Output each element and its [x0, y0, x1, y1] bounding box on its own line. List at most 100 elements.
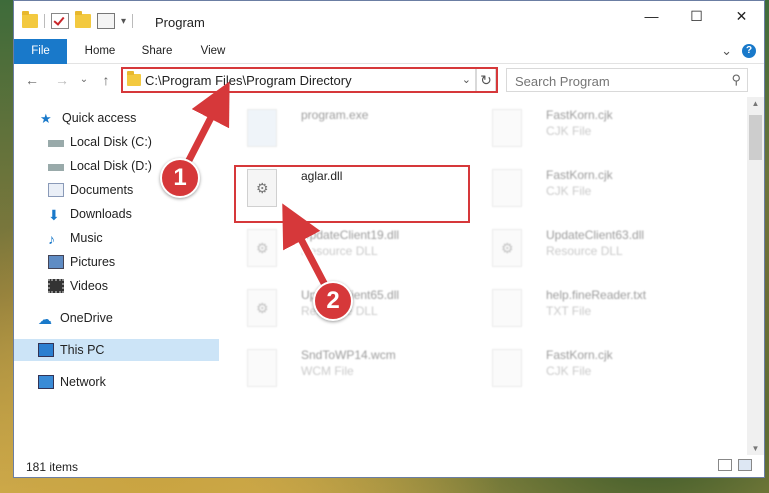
sidebar-item-label: Pictures: [70, 255, 116, 269]
search-box[interactable]: ⚲: [506, 68, 748, 92]
sidebar-item-label: OneDrive: [60, 311, 113, 325]
file-type: WCM File: [301, 364, 354, 378]
quick-access-toolbar: ▾: [22, 11, 134, 29]
search-input[interactable]: [513, 72, 717, 90]
download-icon: ⬇: [48, 207, 60, 223]
file-name: UpdateClient19.dll: [301, 228, 400, 242]
help-icon[interactable]: ?: [742, 44, 756, 58]
ribbon-controls: ⌄ ?: [721, 43, 756, 59]
sidebar-item-local-disk-c[interactable]: Local Disk (C:): [14, 131, 243, 153]
file-type: TXT File: [546, 304, 592, 318]
file-name: UpdateClient63.dll: [546, 228, 645, 242]
file-item[interactable]: SndToWP14.wcm WCM File: [229, 339, 459, 395]
computer-icon: [38, 343, 54, 357]
sidebar-item-local-disk-d[interactable]: Local Disk (D:) ⊥: [14, 155, 243, 177]
file-item[interactable]: help.fineReader.txt TXT File: [474, 279, 704, 335]
refresh-button[interactable]: ↻: [476, 68, 496, 92]
documents-icon: [48, 183, 64, 197]
expand-ribbon-icon[interactable]: ⌄: [721, 43, 732, 59]
file-icon: [492, 349, 522, 387]
cloud-icon: ☁: [38, 311, 52, 327]
maximize-button[interactable]: ☐: [674, 1, 719, 31]
file-icon: [492, 109, 522, 147]
navigation-bar: ← → ⌄ ↑ C:\Program Files\Program Directo…: [14, 64, 764, 97]
properties-check-icon[interactable]: [51, 13, 69, 29]
file-item[interactable]: ⚙ UpdateClient19.dll Resource DLL: [229, 219, 459, 275]
gear-icon: ⚙: [256, 300, 269, 316]
exe-file-icon: [247, 109, 277, 147]
details-view-icon[interactable]: [718, 459, 732, 471]
toolbar-divider: [132, 14, 134, 28]
back-button[interactable]: ←: [24, 72, 40, 88]
scrollbar-thumb[interactable]: [749, 115, 762, 160]
up-button[interactable]: ↑: [98, 72, 114, 88]
sidebar-item-pictures[interactable]: Pictures ⊥: [14, 251, 243, 273]
customize-toolbar-icon[interactable]: ▾: [121, 16, 126, 27]
tab-share[interactable]: Share: [132, 39, 182, 63]
file-type: CJK File: [546, 184, 592, 198]
text-file-icon: [492, 289, 522, 327]
dll-file-icon: ⚙: [492, 229, 522, 267]
title-bar: ▾ Program — ☐ ✕: [14, 1, 764, 39]
scroll-down-icon[interactable]: ▼: [747, 444, 764, 453]
sidebar-item-label: This PC: [60, 343, 105, 357]
network-icon: [38, 375, 54, 389]
file-item[interactable]: ⚙ UpdateClient63.dll Resource DLL: [474, 219, 704, 275]
item-count: 181 items: [26, 460, 79, 474]
sidebar-item-music[interactable]: ♪ Music ⊥: [14, 227, 243, 249]
drive-icon: [48, 163, 64, 171]
recent-locations-button[interactable]: ⌄: [76, 72, 92, 88]
sidebar-item-quick-access[interactable]: ★ Quick access: [14, 107, 235, 129]
gear-icon: ⚙: [501, 240, 514, 256]
folder-icon[interactable]: [22, 11, 38, 28]
file-item-aglar-dll[interactable]: ⚙ aglar.dll: [229, 159, 459, 215]
sidebar-item-videos[interactable]: Videos ⊥: [14, 275, 243, 297]
dll-file-icon: ⚙: [247, 169, 277, 207]
forward-button[interactable]: →: [54, 72, 70, 88]
gear-icon: ⚙: [256, 180, 269, 196]
file-name: help.fineReader.txt: [546, 288, 647, 302]
sidebar-item-onedrive[interactable]: ☁ OneDrive: [14, 307, 233, 329]
tab-home[interactable]: Home: [72, 39, 128, 63]
dll-file-icon: ⚙: [247, 229, 277, 267]
scroll-up-icon[interactable]: ▲: [747, 99, 764, 108]
tab-view[interactable]: View: [189, 39, 237, 63]
file-item[interactable]: FastKorn.cjk CJK File: [474, 339, 704, 395]
sidebar-item-label: Videos: [70, 279, 108, 293]
file-name: FastKorn.cjk: [546, 108, 613, 122]
sidebar-item-network[interactable]: Network: [14, 371, 233, 393]
sidebar-item-downloads[interactable]: ⬇ Downloads ⊥: [14, 203, 243, 225]
file-item[interactable]: FastKorn.cjk CJK File: [474, 99, 704, 155]
minimize-button[interactable]: —: [629, 1, 674, 31]
videos-icon: [48, 279, 64, 293]
search-icon[interactable]: ⚲: [731, 72, 741, 88]
large-icons-view-icon[interactable]: [738, 459, 752, 471]
file-type: Resource DLL: [301, 244, 378, 258]
properties-icon[interactable]: [97, 13, 115, 29]
window-title: Program: [155, 15, 205, 30]
sidebar-item-documents[interactable]: Documents ⊥: [14, 179, 243, 201]
sidebar-item-this-pc[interactable]: This PC: [14, 339, 233, 361]
new-folder-icon[interactable]: [75, 11, 91, 28]
drive-icon: [48, 139, 64, 147]
address-path[interactable]: C:\Program Files\Program Directory: [145, 73, 352, 88]
address-bar[interactable]: C:\Program Files\Program Directory ⌄: [122, 68, 476, 92]
file-name: FastKorn.cjk: [546, 348, 613, 362]
toolbar-divider: [44, 14, 45, 28]
address-dropdown-icon[interactable]: ⌄: [462, 73, 471, 86]
close-button[interactable]: ✕: [719, 1, 764, 31]
sidebar-item-label: Local Disk (D:): [70, 159, 152, 173]
step-1-badge: 1: [160, 158, 200, 198]
star-icon: ★: [40, 111, 52, 126]
music-icon: ♪: [48, 231, 55, 247]
file-item[interactable]: program.exe: [229, 99, 459, 155]
pictures-icon: [48, 255, 64, 269]
file-name: aglar.dll: [301, 169, 343, 183]
file-type: CJK File: [546, 124, 592, 138]
file-name: FastKorn.cjk: [546, 168, 613, 182]
vertical-scrollbar[interactable]: ▲ ▼: [747, 97, 764, 455]
file-list: program.exe FastKorn.cjk CJK File ⚙ agla…: [219, 97, 744, 455]
file-item[interactable]: FastKorn.cjk CJK File: [474, 159, 704, 215]
file-type: CJK File: [546, 364, 592, 378]
navigation-pane: ★ Quick access Local Disk (C:) Local Dis…: [14, 97, 239, 455]
